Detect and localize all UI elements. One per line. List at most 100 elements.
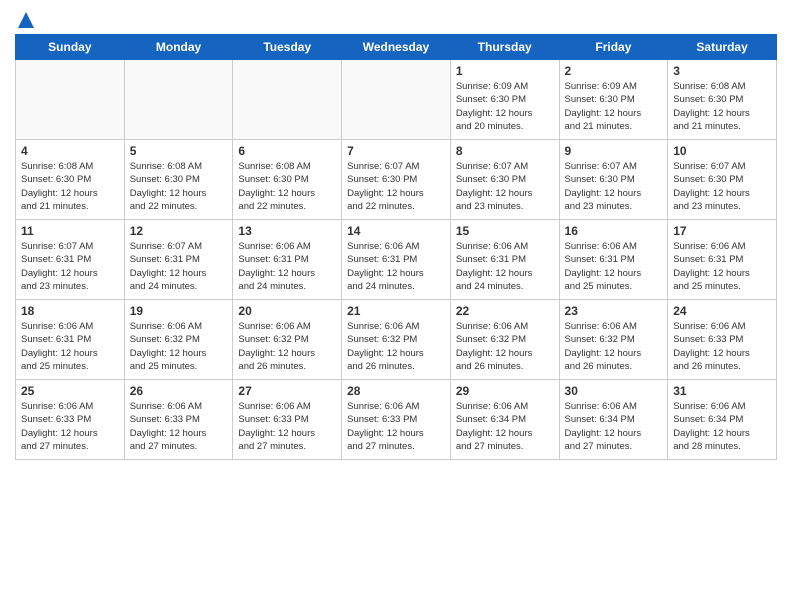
day-info: Sunrise: 6:06 AM Sunset: 6:33 PM Dayligh… (130, 400, 228, 453)
day-number: 5 (130, 144, 228, 158)
day-info: Sunrise: 6:07 AM Sunset: 6:30 PM Dayligh… (347, 160, 445, 213)
day-info: Sunrise: 6:07 AM Sunset: 6:30 PM Dayligh… (673, 160, 771, 213)
day-number: 9 (565, 144, 663, 158)
day-info: Sunrise: 6:06 AM Sunset: 6:32 PM Dayligh… (238, 320, 336, 373)
calendar-table: SundayMondayTuesdayWednesdayThursdayFrid… (15, 34, 777, 460)
day-info: Sunrise: 6:06 AM Sunset: 6:33 PM Dayligh… (238, 400, 336, 453)
day-info: Sunrise: 6:06 AM Sunset: 6:32 PM Dayligh… (456, 320, 554, 373)
col-header-monday: Monday (124, 35, 233, 60)
calendar-cell: 3 Sunrise: 6:08 AM Sunset: 6:30 PM Daylig… (668, 60, 777, 140)
day-number: 24 (673, 304, 771, 318)
day-number: 12 (130, 224, 228, 238)
calendar-cell: 7 Sunrise: 6:07 AM Sunset: 6:30 PM Daylig… (342, 140, 451, 220)
calendar-cell (233, 60, 342, 140)
logo-icon (16, 10, 36, 30)
calendar-cell: 8 Sunrise: 6:07 AM Sunset: 6:30 PM Daylig… (450, 140, 559, 220)
calendar-cell: 13 Sunrise: 6:06 AM Sunset: 6:31 PM Dayli… (233, 220, 342, 300)
day-number: 25 (21, 384, 119, 398)
calendar-cell: 18 Sunrise: 6:06 AM Sunset: 6:31 PM Dayli… (16, 300, 125, 380)
day-number: 8 (456, 144, 554, 158)
day-number: 6 (238, 144, 336, 158)
calendar-cell: 26 Sunrise: 6:06 AM Sunset: 6:33 PM Dayli… (124, 380, 233, 460)
day-info: Sunrise: 6:08 AM Sunset: 6:30 PM Dayligh… (238, 160, 336, 213)
calendar-cell: 10Sunrise: 6:07 AM Sunset: 6:30 PM Dayli… (668, 140, 777, 220)
day-number: 2 (565, 64, 663, 78)
header (15, 10, 777, 26)
day-number: 22 (456, 304, 554, 318)
calendar-cell: 22 Sunrise: 6:06 AM Sunset: 6:32 PM Dayli… (450, 300, 559, 380)
day-info: Sunrise: 6:06 AM Sunset: 6:31 PM Dayligh… (238, 240, 336, 293)
day-info: Sunrise: 6:06 AM Sunset: 6:34 PM Dayligh… (565, 400, 663, 453)
day-info: Sunrise: 6:08 AM Sunset: 6:30 PM Dayligh… (21, 160, 119, 213)
calendar-cell: 14 Sunrise: 6:06 AM Sunset: 6:31 PM Dayli… (342, 220, 451, 300)
day-info: Sunrise: 6:06 AM Sunset: 6:32 PM Dayligh… (347, 320, 445, 373)
day-info: Sunrise: 6:07 AM Sunset: 6:31 PM Dayligh… (130, 240, 228, 293)
day-number: 29 (456, 384, 554, 398)
week-row-0: 1 Sunrise: 6:09 AM Sunset: 6:30 PM Daylig… (16, 60, 777, 140)
col-header-sunday: Sunday (16, 35, 125, 60)
calendar-cell: 11 Sunrise: 6:07 AM Sunset: 6:31 PM Dayli… (16, 220, 125, 300)
day-info: Sunrise: 6:06 AM Sunset: 6:31 PM Dayligh… (347, 240, 445, 293)
day-number: 1 (456, 64, 554, 78)
day-info: Sunrise: 6:06 AM Sunset: 6:31 PM Dayligh… (673, 240, 771, 293)
calendar-cell: 29 Sunrise: 6:06 AM Sunset: 6:34 PM Dayli… (450, 380, 559, 460)
calendar-cell: 2Sunrise: 6:09 AM Sunset: 6:30 PM Daylig… (559, 60, 668, 140)
calendar-cell: 24 Sunrise: 6:06 AM Sunset: 6:33 PM Dayli… (668, 300, 777, 380)
day-number: 31 (673, 384, 771, 398)
day-number: 4 (21, 144, 119, 158)
col-header-thursday: Thursday (450, 35, 559, 60)
calendar-cell: 5Sunrise: 6:08 AM Sunset: 6:30 PM Daylig… (124, 140, 233, 220)
calendar-cell: 1 Sunrise: 6:09 AM Sunset: 6:30 PM Daylig… (450, 60, 559, 140)
day-number: 13 (238, 224, 336, 238)
page: SundayMondayTuesdayWednesdayThursdayFrid… (0, 0, 792, 612)
calendar-cell: 27 Sunrise: 6:06 AM Sunset: 6:33 PM Dayli… (233, 380, 342, 460)
col-header-tuesday: Tuesday (233, 35, 342, 60)
calendar-cell: 30 Sunrise: 6:06 AM Sunset: 6:34 PM Dayli… (559, 380, 668, 460)
day-info: Sunrise: 6:09 AM Sunset: 6:30 PM Dayligh… (456, 80, 554, 133)
week-row-3: 18 Sunrise: 6:06 AM Sunset: 6:31 PM Dayli… (16, 300, 777, 380)
day-number: 19 (130, 304, 228, 318)
calendar-cell: 17 Sunrise: 6:06 AM Sunset: 6:31 PM Dayli… (668, 220, 777, 300)
calendar-cell (124, 60, 233, 140)
day-info: Sunrise: 6:07 AM Sunset: 6:31 PM Dayligh… (21, 240, 119, 293)
col-header-saturday: Saturday (668, 35, 777, 60)
day-number: 26 (130, 384, 228, 398)
day-number: 28 (347, 384, 445, 398)
day-number: 23 (565, 304, 663, 318)
week-row-1: 4 Sunrise: 6:08 AM Sunset: 6:30 PM Daylig… (16, 140, 777, 220)
day-number: 27 (238, 384, 336, 398)
day-info: Sunrise: 6:06 AM Sunset: 6:31 PM Dayligh… (456, 240, 554, 293)
day-number: 21 (347, 304, 445, 318)
day-info: Sunrise: 6:06 AM Sunset: 6:33 PM Dayligh… (673, 320, 771, 373)
calendar-cell: 31 Sunrise: 6:06 AM Sunset: 6:34 PM Dayli… (668, 380, 777, 460)
day-info: Sunrise: 6:08 AM Sunset: 6:30 PM Dayligh… (673, 80, 771, 133)
calendar-cell: 19Sunrise: 6:06 AM Sunset: 6:32 PM Dayli… (124, 300, 233, 380)
day-number: 18 (21, 304, 119, 318)
day-info: Sunrise: 6:06 AM Sunset: 6:34 PM Dayligh… (673, 400, 771, 453)
day-number: 14 (347, 224, 445, 238)
calendar-cell: 6 Sunrise: 6:08 AM Sunset: 6:30 PM Daylig… (233, 140, 342, 220)
calendar-header-row: SundayMondayTuesdayWednesdayThursdayFrid… (16, 35, 777, 60)
day-number: 7 (347, 144, 445, 158)
week-row-4: 25 Sunrise: 6:06 AM Sunset: 6:33 PM Dayli… (16, 380, 777, 460)
calendar-cell: 25 Sunrise: 6:06 AM Sunset: 6:33 PM Dayli… (16, 380, 125, 460)
day-number: 30 (565, 384, 663, 398)
calendar-cell: 9 Sunrise: 6:07 AM Sunset: 6:30 PM Daylig… (559, 140, 668, 220)
day-info: Sunrise: 6:06 AM Sunset: 6:33 PM Dayligh… (347, 400, 445, 453)
calendar-cell: 4 Sunrise: 6:08 AM Sunset: 6:30 PM Daylig… (16, 140, 125, 220)
day-number: 16 (565, 224, 663, 238)
day-info: Sunrise: 6:06 AM Sunset: 6:34 PM Dayligh… (456, 400, 554, 453)
day-info: Sunrise: 6:06 AM Sunset: 6:31 PM Dayligh… (21, 320, 119, 373)
day-info: Sunrise: 6:06 AM Sunset: 6:33 PM Dayligh… (21, 400, 119, 453)
calendar-cell: 28 Sunrise: 6:06 AM Sunset: 6:33 PM Dayli… (342, 380, 451, 460)
day-number: 17 (673, 224, 771, 238)
day-number: 11 (21, 224, 119, 238)
calendar-cell: 16 Sunrise: 6:06 AM Sunset: 6:31 PM Dayli… (559, 220, 668, 300)
calendar-cell: 21 Sunrise: 6:06 AM Sunset: 6:32 PM Dayli… (342, 300, 451, 380)
day-info: Sunrise: 6:06 AM Sunset: 6:31 PM Dayligh… (565, 240, 663, 293)
calendar-cell: 15Sunrise: 6:06 AM Sunset: 6:31 PM Dayli… (450, 220, 559, 300)
logo (15, 10, 37, 26)
day-number: 3 (673, 64, 771, 78)
day-info: Sunrise: 6:07 AM Sunset: 6:30 PM Dayligh… (565, 160, 663, 213)
day-info: Sunrise: 6:07 AM Sunset: 6:30 PM Dayligh… (456, 160, 554, 213)
